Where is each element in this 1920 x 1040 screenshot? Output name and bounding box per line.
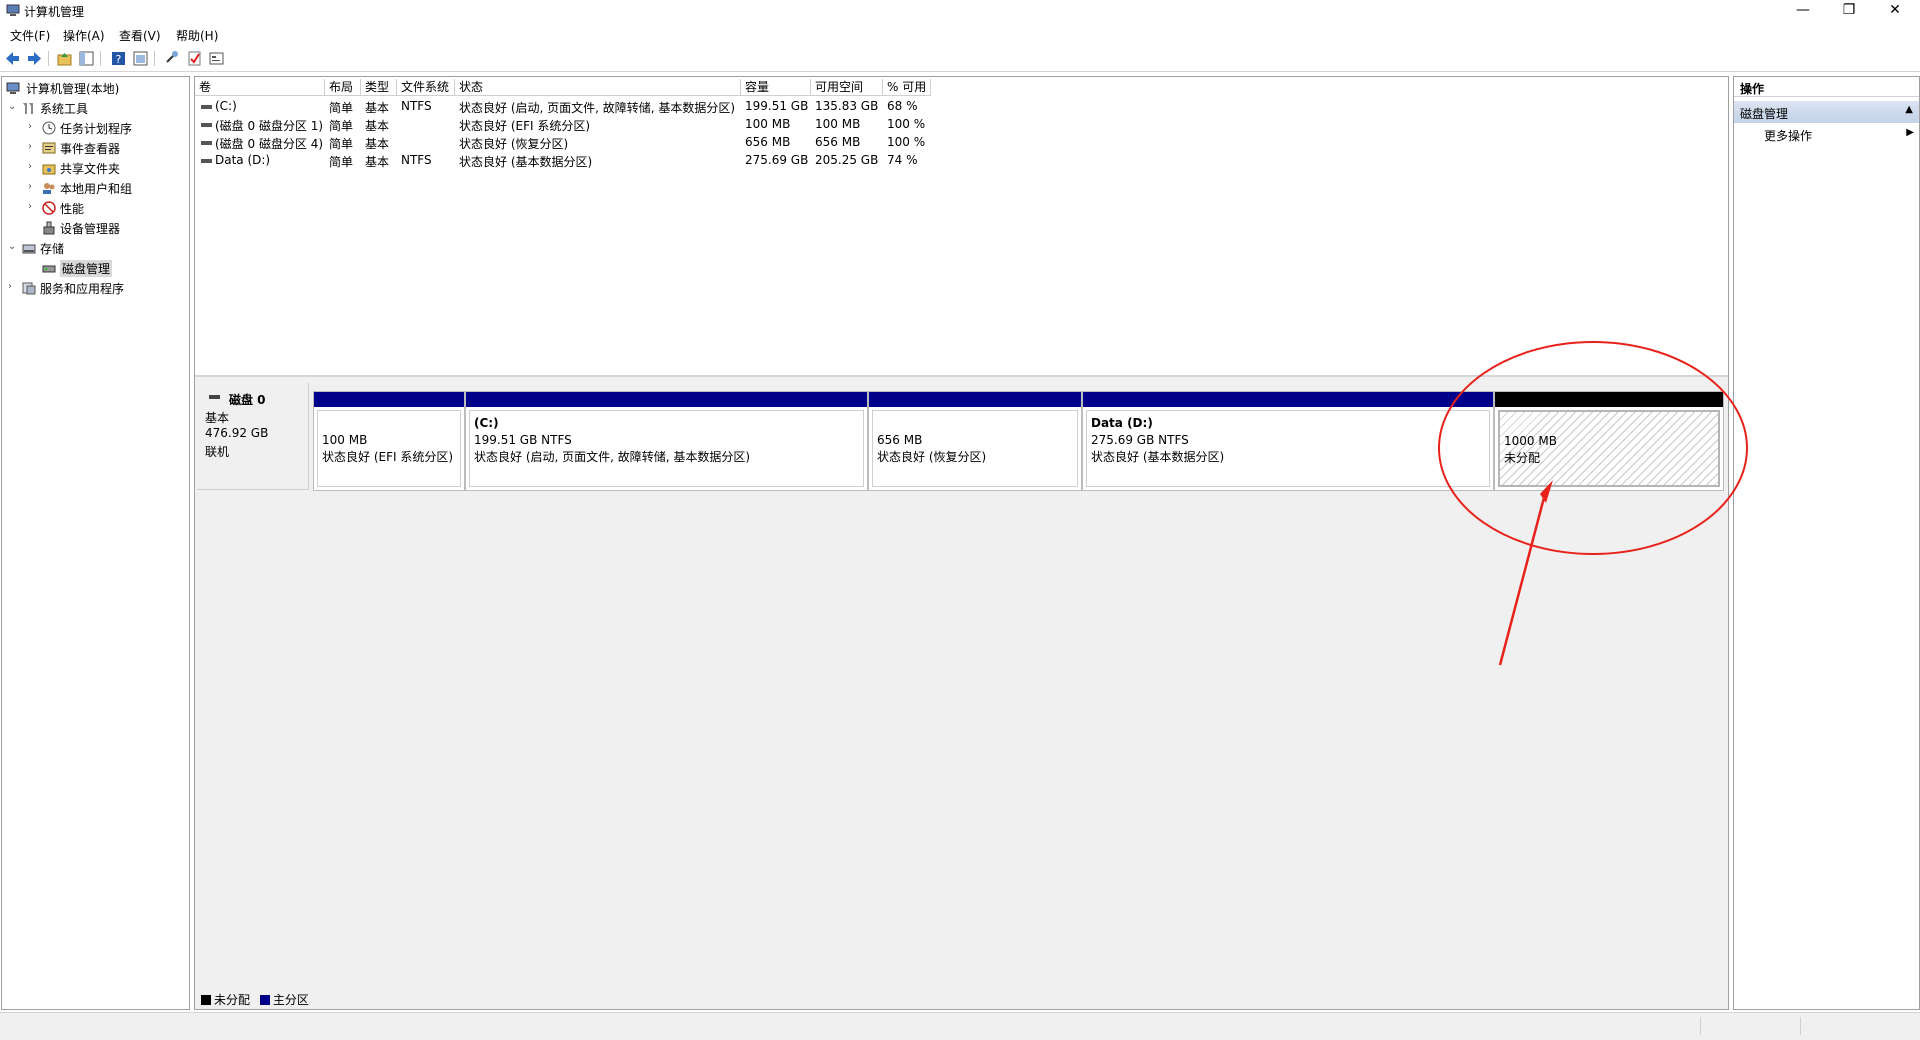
volume-icon: [201, 123, 212, 127]
legend: 未分配 主分区: [201, 991, 309, 1007]
window-title: 计算机管理: [24, 5, 85, 19]
show-hide-tree-icon[interactable]: [78, 50, 95, 67]
forward-arrow-icon[interactable]: [26, 50, 43, 67]
chevron-right-icon: ▶: [1906, 127, 1914, 138]
connect-icon[interactable]: [164, 50, 181, 67]
status-bar: [0, 1012, 1920, 1040]
chevron-right-icon[interactable]: ›: [28, 161, 32, 172]
event-viewer-icon: [42, 142, 56, 154]
column-free-space[interactable]: 可用空间: [811, 79, 883, 96]
services-icon: [22, 282, 36, 295]
column-status[interactable]: 状态: [455, 79, 741, 96]
partition-efi[interactable]: 100 MB 状态良好 (EFI 系统分区): [313, 391, 465, 491]
table-row[interactable]: (C:) 简单 基本 NTFS 状态良好 (启动, 页面文件, 故障转储, 基本…: [195, 98, 995, 116]
users-icon: [43, 183, 55, 194]
disk-icon: [209, 395, 220, 399]
primary-swatch: [259, 995, 270, 1005]
back-arrow-icon[interactable]: [4, 50, 21, 67]
primary-partition-bar: [869, 392, 1081, 407]
close-button[interactable]: ✕: [1872, 0, 1918, 22]
table-row[interactable]: (磁盘 0 磁盘分区 4) 简单 基本 状态良好 (恢复分区) 656 MB 6…: [195, 134, 995, 152]
disk-map: 磁盘 0 基本 476.92 GB 联机 100 MB 状态良好 (EFI 系统…: [195, 383, 1728, 491]
menu-help[interactable]: 帮助(H): [176, 27, 218, 44]
up-folder-icon[interactable]: [56, 50, 73, 67]
actions-section-disk-management[interactable]: 磁盘管理 ▲: [1734, 101, 1919, 123]
restore-button[interactable]: ❐: [1826, 0, 1872, 22]
actions-header: 操作: [1734, 77, 1919, 97]
chevron-right-icon[interactable]: ›: [28, 201, 32, 212]
disk-management-icon: [42, 265, 56, 273]
navigation-tree: 计算机管理(本地) ⌄ 系统工具 › 任务计划程序 › 事件查看器 › 共享文件…: [1, 76, 190, 1010]
computer-management-icon: [6, 4, 20, 16]
disk-0-label[interactable]: 磁盘 0 基本 476.92 GB 联机: [197, 383, 309, 490]
chevron-right-icon[interactable]: ›: [8, 281, 12, 292]
minimize-button[interactable]: —: [1780, 0, 1826, 22]
chevron-right-icon[interactable]: ›: [28, 121, 32, 132]
view-icon[interactable]: [132, 50, 149, 67]
primary-partition-bar: [1083, 392, 1493, 407]
collapse-icon[interactable]: ▲: [1905, 104, 1913, 115]
toolbar: ?: [0, 46, 1920, 72]
chevron-right-icon[interactable]: ›: [28, 181, 32, 192]
chevron-right-icon[interactable]: ›: [28, 141, 32, 152]
table-row[interactable]: Data (D:) 简单 基本 NTFS 状态良好 (基本数据分区) 275.6…: [195, 152, 995, 170]
svg-text:?: ?: [116, 53, 122, 66]
storage-icon: [22, 244, 36, 254]
partition-c[interactable]: (C:) 199.51 GB NTFS 状态良好 (启动, 页面文件, 故障转储…: [465, 391, 868, 491]
no-entry-icon: [42, 201, 56, 215]
column-volume[interactable]: 卷: [195, 79, 325, 96]
volume-icon: [201, 105, 212, 109]
table-row[interactable]: (磁盘 0 磁盘分区 1) 简单 基本 状态良好 (EFI 系统分区) 100 …: [195, 116, 995, 134]
column-layout[interactable]: 布局: [325, 79, 361, 96]
partition-recovery[interactable]: 656 MB 状态良好 (恢复分区): [868, 391, 1082, 491]
primary-partition-bar: [466, 392, 867, 407]
help-icon[interactable]: ?: [110, 50, 127, 67]
computer-icon: [6, 82, 20, 94]
column-filesystem[interactable]: 文件系统: [397, 79, 455, 96]
column-capacity[interactable]: 容量: [741, 79, 811, 96]
column-percent-free[interactable]: % 可用: [883, 79, 931, 96]
column-type[interactable]: 类型: [361, 79, 397, 96]
chevron-down-icon[interactable]: ⌄: [8, 101, 16, 112]
primary-partition-bar: [314, 392, 464, 407]
actions-pane: 操作 磁盘管理 ▲ 更多操作 ▶: [1733, 76, 1920, 1010]
check-icon[interactable]: [186, 50, 203, 67]
clock-icon: [42, 121, 56, 135]
main-panel: 卷 布局 类型 文件系统 状态 容量 可用空间 % 可用 (C:) 简单 基本 …: [194, 76, 1729, 1010]
chevron-down-icon[interactable]: ⌄: [8, 241, 16, 252]
partition-unallocated[interactable]: 1000 MB 未分配: [1494, 391, 1724, 491]
properties-icon[interactable]: [208, 50, 225, 67]
partition-d[interactable]: Data (D:) 275.69 GB NTFS 状态良好 (基本数据分区): [1082, 391, 1494, 491]
menu-action[interactable]: 操作(A): [63, 27, 105, 44]
menu-file[interactable]: 文件(F): [10, 27, 50, 44]
volume-icon: [201, 141, 212, 145]
volume-list: 卷 布局 类型 文件系统 状态 容量 可用空间 % 可用 (C:) 简单 基本 …: [195, 77, 1728, 377]
menu-view[interactable]: 查看(V): [119, 27, 161, 44]
more-actions-item[interactable]: 更多操作 ▶: [1764, 127, 1914, 144]
unallocated-swatch: [201, 995, 211, 1005]
unallocated-bar: [1495, 392, 1723, 407]
tools-icon: [23, 103, 33, 114]
title-bar: 计算机管理 — ❐ ✕: [0, 0, 1920, 22]
device-manager-icon: [43, 221, 55, 235]
volume-icon: [201, 159, 212, 163]
shared-folder-icon: [42, 164, 56, 175]
menu-bar: 文件(F) 操作(A) 查看(V) 帮助(H): [0, 24, 1920, 44]
